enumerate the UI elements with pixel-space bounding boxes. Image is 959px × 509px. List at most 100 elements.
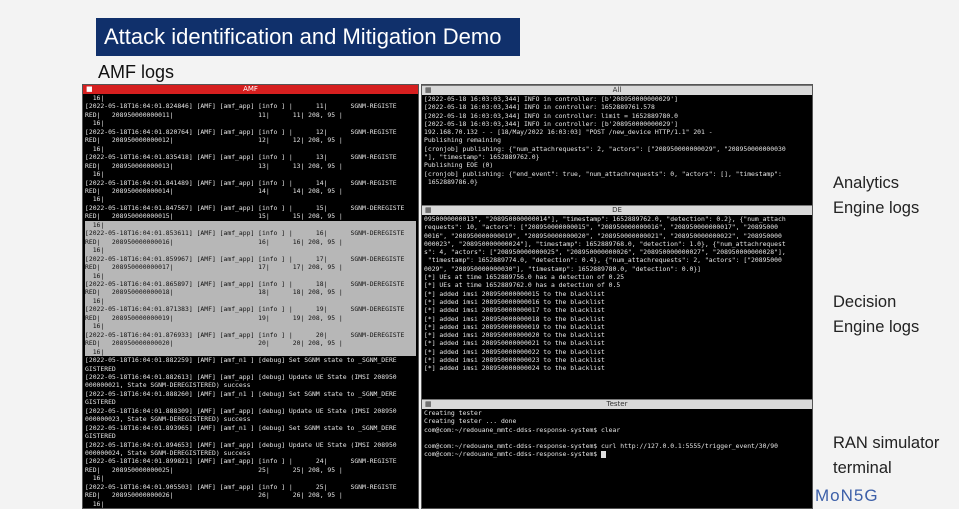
log-line: RED| 208950000000016| 16| 16| 208, 95 |: [85, 237, 416, 247]
log-line: 16|: [85, 94, 105, 102]
window-menu-icon[interactable]: ■: [86, 85, 93, 94]
log-line: [2022-05-18T16:04:01.888260] [AMF] [amf_…: [85, 389, 397, 398]
decision-log-output[interactable]: 0950000000013", "208950000000014"], "tim…: [422, 215, 812, 399]
log-line: "timestamp": 1652889774.0, "detection": …: [424, 256, 782, 265]
log-line: [2022-05-18T16:04:01.893965] [AMF] [amf_…: [85, 423, 397, 432]
log-line: RED| 208950000000020| 20| 20| 208, 95 |: [85, 339, 416, 348]
log-line: [*] added imsi 208950000000023 to the bl…: [424, 356, 605, 365]
log-line: Creating tester: [424, 409, 482, 417]
log-line: [2022-05-18T16:04:01.882259] [AMF] [amf_…: [85, 356, 397, 365]
log-line: RED| 208950000000026| 26| 26| 208, 95 |: [85, 491, 343, 500]
log-line: [*] UEs at time 1652889756.0 has a detec…: [424, 273, 625, 282]
log-line: 16|: [85, 119, 105, 128]
log-line: RED| 208950000000017| 17| 17| 208, 95 |: [85, 263, 416, 272]
log-line: 000023", "208950000000024"], "timestamp"…: [424, 239, 786, 248]
window-menu-icon[interactable]: ▦: [425, 206, 432, 215]
log-line: 16|: [85, 220, 416, 230]
log-line: [*] added imsi 208950000000021 to the bl…: [424, 339, 605, 348]
right-terminal-stack: ▦ All [2022-05-18 16:03:03,344] INFO in …: [421, 84, 813, 509]
log-line: RED| 208950000000013| 13| 13| 208, 95 |: [85, 161, 343, 170]
log-line: Publishing remaining: [424, 136, 501, 145]
amf-terminal-window[interactable]: ■ AMF 16| [2022-05-18T16:04:01.824846] [A…: [82, 84, 419, 509]
log-line: s": 4, "actors": ["208950000000025", "20…: [424, 248, 786, 257]
log-line: [2022-05-18 16:03:03,344] INFO in contro…: [424, 119, 678, 128]
log-line: [*] added imsi 208950000000017 to the bl…: [424, 306, 605, 315]
analytics-window-title: All: [612, 86, 622, 94]
amf-window-title: AMF: [243, 85, 258, 93]
log-line: 192.168.70.132 - - [18/May/2022 16:03:03…: [424, 128, 713, 137]
log-line: [2022-05-18T16:04:01.882613] [AMF] [amf_…: [85, 372, 397, 381]
log-line: 16|: [85, 499, 105, 508]
log-line: [*] UEs at time 1652889762.0 has a detec…: [424, 281, 621, 290]
log-line: [*] added imsi 208950000000019 to the bl…: [424, 322, 605, 331]
amf-window-titlebar[interactable]: ■ AMF: [83, 85, 418, 94]
log-line: 16|: [85, 347, 416, 357]
log-line: [*] added imsi 208950000000016 to the bl…: [424, 297, 605, 306]
log-line: 000000023, State SGNM-DEREGISTERED) succ…: [85, 415, 251, 424]
log-line: [2022-05-18T16:04:01.820764] [AMF] [amf_…: [85, 127, 397, 136]
log-line: 16|: [85, 322, 416, 331]
log-line: RED| 208950000000019| 19| 19| 208, 95 |: [85, 313, 416, 323]
log-line: 16|: [85, 170, 105, 179]
log-line: Publishing EOE (0): [424, 161, 494, 170]
log-line: requests": 10, "actors": ["2089500000000…: [424, 223, 778, 232]
log-line: RED| 208950000000018| 18| 18| 208, 95 |: [85, 288, 416, 297]
tester-terminal-output[interactable]: Creating tester Creating tester ... done c…: [422, 409, 812, 508]
log-line: 000000024, State SGNM-DEREGISTERED) succ…: [85, 449, 251, 458]
log-line: com@com:~/redouane_mmtc-ddss-response-sy…: [424, 442, 778, 451]
log-line: 16|: [85, 246, 416, 255]
log-line: 0029", "208950000000030"], "timestamp": …: [424, 264, 702, 273]
log-line: com@com:~/redouane_mmtc-ddss-response-sy…: [424, 425, 621, 434]
window-menu-icon[interactable]: ▦: [425, 400, 432, 409]
log-line: [2022-05-18T16:04:01.859967] [AMF] [amf_…: [85, 254, 416, 264]
log-line: [2022-05-18T16:04:01.853611] [AMF] [amf_…: [85, 229, 416, 238]
log-line: [*] added imsi 208950000000018 to the bl…: [424, 314, 605, 323]
log-line: [2022-05-18 16:03:03,344] INFO in contro…: [424, 111, 678, 120]
log-line: 0016", "208950000000019", "2089500000000…: [424, 231, 782, 240]
log-line: RED| 208950000000025| 25| 25| 208, 95 |: [85, 465, 343, 474]
log-line: [*] added imsi 208950000000015 to the bl…: [424, 289, 605, 298]
log-line: RED| 208950000000011| 11| 11| 208, 95 |: [85, 110, 343, 119]
log-line: [2022-05-18T16:04:01.847567] [AMF] [amf_…: [85, 203, 405, 212]
log-line: 16|: [85, 144, 105, 153]
window-menu-icon[interactable]: ▦: [425, 86, 432, 95]
log-line: Creating tester ... done: [424, 417, 517, 426]
decision-engine-label: Decision Engine logs: [833, 293, 920, 336]
log-line: [2022-05-18 16:03:03,344] INFO in contro…: [424, 95, 678, 103]
terminal-cursor-icon: [601, 450, 606, 458]
tester-window-titlebar[interactable]: ▦ Tester: [422, 399, 812, 409]
log-line: [cronjob] publishing: {"end_event": true…: [424, 169, 782, 178]
log-line: RED| 208950000000012| 12| 12| 208, 95 |: [85, 136, 343, 145]
slide-title: Attack identification and Mitigation Dem…: [96, 18, 520, 56]
log-line: [2022-05-18T16:04:01.876933] [AMF] [amf_…: [85, 330, 416, 340]
analytics-log-output[interactable]: [2022-05-18 16:03:03,344] INFO in contro…: [422, 95, 812, 205]
analytics-window-titlebar[interactable]: ▦ All: [422, 85, 812, 95]
mon5g-logo: MoN5G: [815, 486, 879, 505]
log-line: [2022-05-18T16:04:01.824846] [AMF] [amf_…: [85, 102, 397, 111]
log-line: 16|: [85, 271, 416, 280]
log-line: GISTERED: [85, 364, 116, 373]
log-line: GISTERED: [85, 398, 116, 407]
log-line: 1652889786.0}: [424, 177, 478, 186]
log-line: [2022-05-18T16:04:01.835418] [AMF] [amf_…: [85, 153, 397, 162]
log-line: [2022-05-18T16:04:01.894653] [AMF] [amf_…: [85, 440, 397, 449]
log-line: com@com:~/redouane_mmtc-ddss-response-sy…: [424, 450, 810, 458]
log-line: [2022-05-18T16:04:01.905503] [AMF] [amf_…: [85, 482, 397, 491]
log-line: "], "timestamp": 1652889762.0}: [424, 153, 540, 162]
tester-window-title: Tester: [606, 400, 628, 408]
log-line: 16|: [85, 296, 416, 306]
decision-window-titlebar[interactable]: ▦ DE: [422, 205, 812, 215]
log-line: [*] added imsi 208950000000024 to the bl…: [424, 364, 605, 373]
amf-log-output[interactable]: 16| [2022-05-18T16:04:01.824846] [AMF] [a…: [83, 94, 418, 508]
log-line: [2022-05-18T16:04:01.888309] [AMF] [amf_…: [85, 406, 397, 415]
log-line: 16|: [85, 474, 105, 483]
analytics-engine-label: Analytics Engine logs: [833, 174, 920, 217]
log-line: [*] added imsi 208950000000020 to the bl…: [424, 331, 605, 340]
decision-window-title: DE: [612, 206, 622, 214]
log-line: [2022-05-18T16:04:01.899821] [AMF] [amf_…: [85, 457, 397, 466]
log-line: 16|: [85, 195, 105, 204]
log-line: [2022-05-18T16:04:01.865897] [AMF] [amf_…: [85, 279, 416, 289]
log-line: RED| 208950000000014| 14| 14| 208, 95 |: [85, 186, 343, 195]
log-line: [2022-05-18T16:04:01.841489] [AMF] [amf_…: [85, 178, 397, 187]
